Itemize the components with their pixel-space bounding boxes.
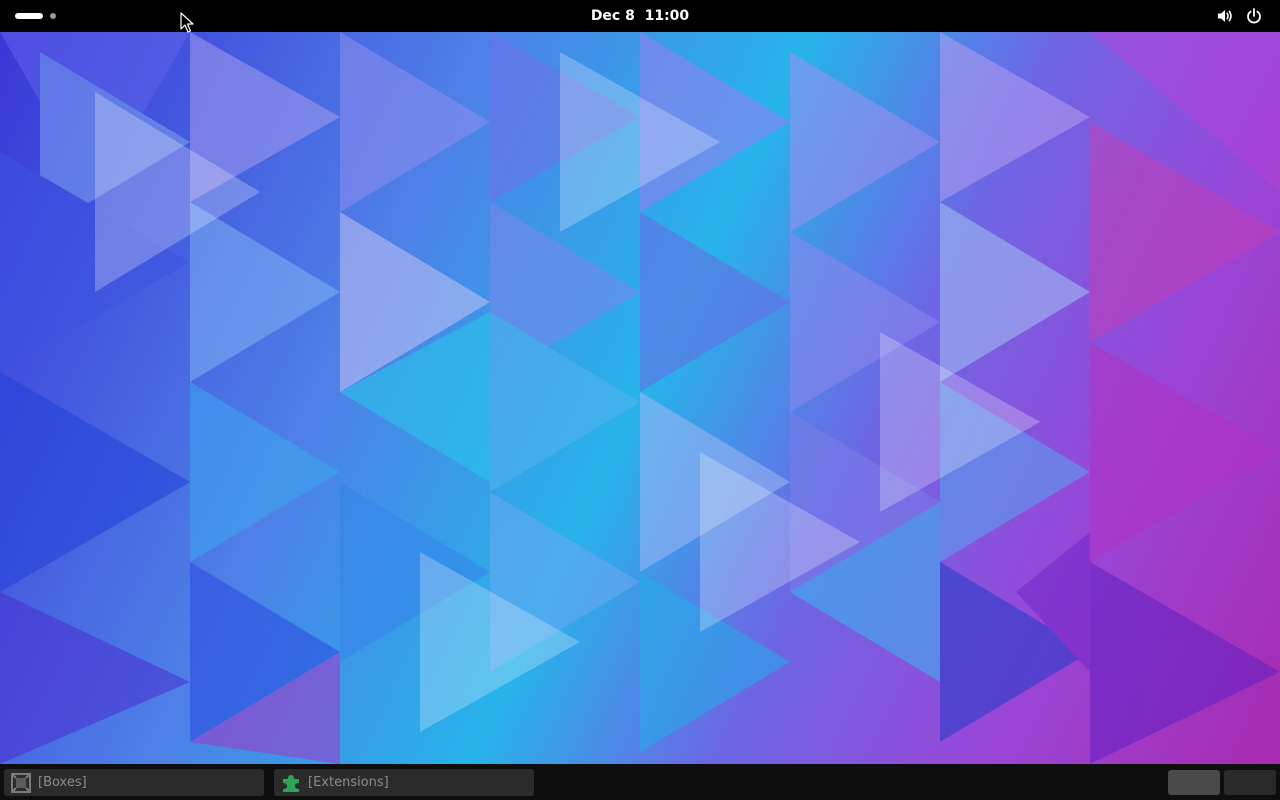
system-status-menu[interactable] <box>1208 3 1270 29</box>
desktop-wallpaper <box>0 32 1280 764</box>
taskbar-item-label: [Boxes] <box>38 775 87 790</box>
taskbar-item-boxes[interactable]: [Boxes] <box>4 769 264 796</box>
taskbar-item-extensions[interactable]: [Extensions] <box>274 769 534 796</box>
taskbar-item-label: [Extensions] <box>308 775 389 790</box>
boxes-icon <box>11 773 31 793</box>
active-workspace-indicator <box>15 13 43 19</box>
power-icon <box>1247 8 1261 24</box>
workspace-switcher-2[interactable] <box>1224 770 1276 795</box>
activities-button[interactable] <box>6 4 64 28</box>
workspace-switcher-1[interactable] <box>1168 770 1220 795</box>
volume-icon <box>1218 10 1232 22</box>
window-list-taskbar: [Boxes] [Extensions] <box>0 764 1280 800</box>
clock-button[interactable]: Dec 8 11:00 <box>590 3 690 29</box>
clock-time: 11:00 <box>644 8 690 24</box>
extensions-puzzle-icon <box>283 775 299 792</box>
mouse-pointer-icon <box>180 12 194 33</box>
inactive-workspace-indicator <box>50 13 56 19</box>
clock-date: Dec 8 <box>590 8 635 24</box>
desktop-screen: Dec 8 11:00 [Boxes] [Extensions] <box>0 0 1280 800</box>
